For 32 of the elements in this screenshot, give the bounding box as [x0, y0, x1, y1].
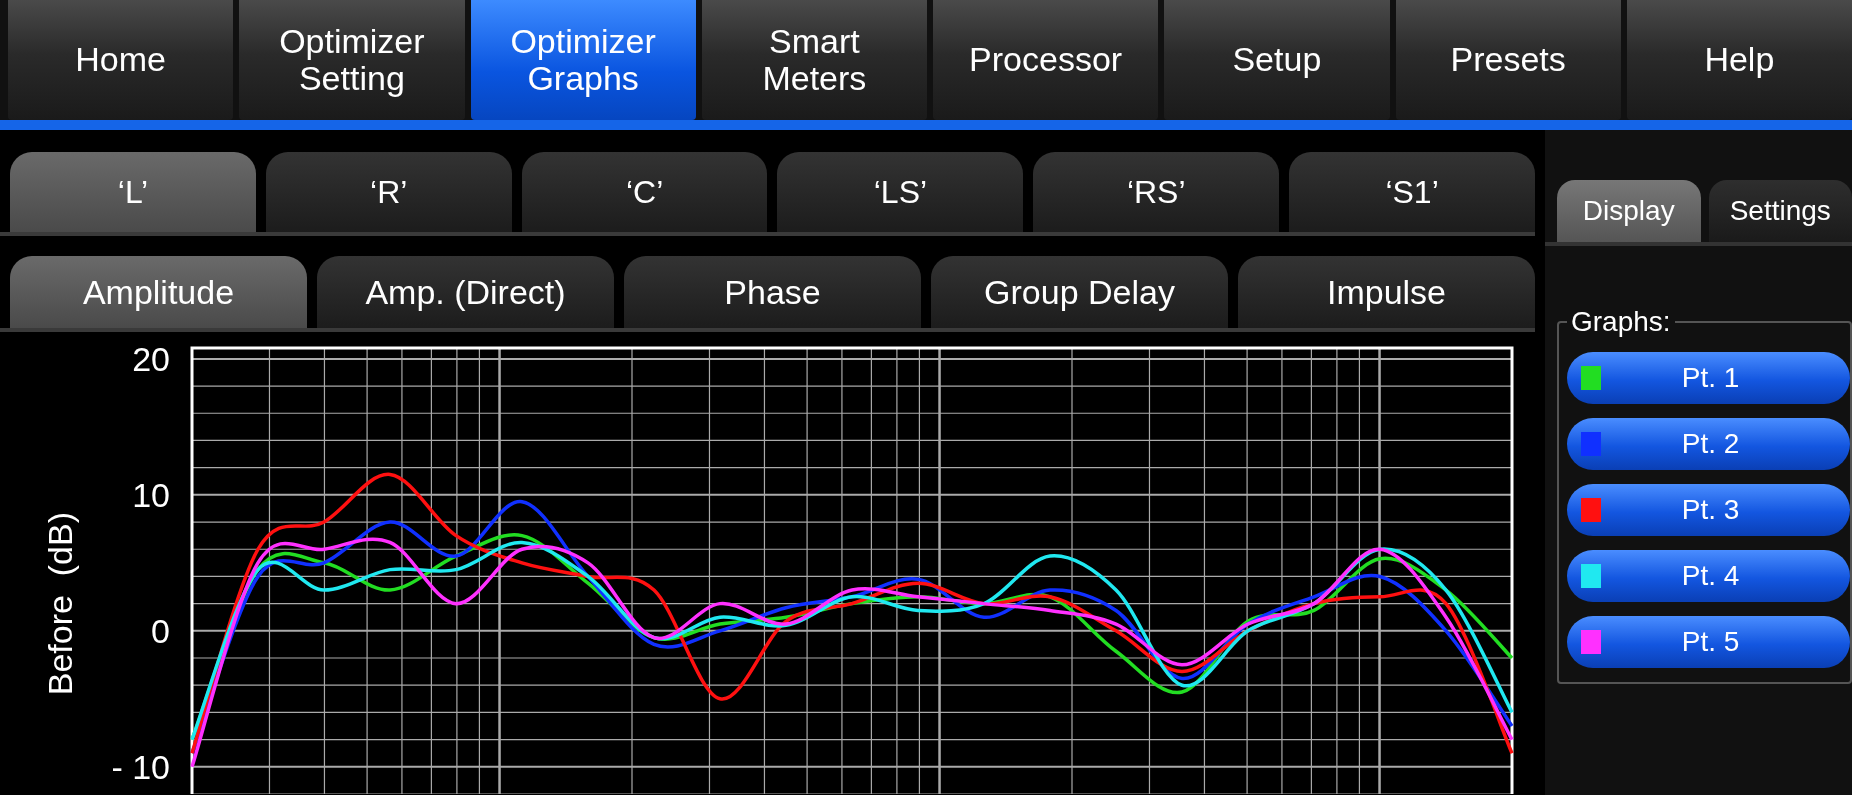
y-axis-label: Before (dB)	[41, 512, 79, 696]
graph-toggle-button[interactable]: Pt. 2	[1567, 418, 1850, 470]
nav-tab[interactable]: Smart Meters	[701, 0, 927, 120]
graph-toggle-button[interactable]: Pt. 1	[1567, 352, 1850, 404]
y-tick-label: 20	[132, 344, 170, 378]
nav-tab[interactable]: Optimizer Graphs	[470, 0, 696, 120]
panel-tab[interactable]: Display	[1557, 180, 1701, 242]
group-title: Graphs:	[1570, 306, 1672, 338]
y-tick-label: 0	[151, 611, 170, 650]
nav-tab[interactable]: Presets	[1395, 0, 1621, 120]
graph-tab[interactable]: Impulse	[1238, 256, 1535, 328]
y-tick-label: 10	[132, 475, 170, 514]
nav-tab[interactable]: Processor	[933, 0, 1159, 120]
graph-tab[interactable]: Group Delay	[931, 256, 1228, 328]
nav-tab[interactable]: Home	[8, 0, 234, 120]
nav-tab[interactable]: Setup	[1164, 0, 1390, 120]
graph-tab[interactable]: Phase	[624, 256, 921, 328]
channel-tab[interactable]: ‘S1’	[1289, 152, 1535, 232]
graph-tab[interactable]: Amplitude	[10, 256, 307, 328]
graph-toggle-button[interactable]: Pt. 3	[1567, 484, 1850, 536]
y-tick-label: - 10	[111, 747, 170, 786]
graph-tab[interactable]: Amp. (Direct)	[317, 256, 614, 328]
graph-toggle-button[interactable]: Pt. 4	[1567, 550, 1850, 602]
nav-tab[interactable]: Help	[1626, 0, 1852, 120]
channel-tab[interactable]: ‘L’	[10, 152, 256, 232]
channel-tab[interactable]: ‘C’	[521, 152, 768, 232]
panel-tab[interactable]: Settings	[1708, 180, 1852, 242]
channel-tab[interactable]: ‘LS’	[777, 152, 1024, 232]
graph-toggle-button[interactable]: Pt. 5	[1567, 616, 1850, 668]
nav-tab[interactable]: Optimizer Setting	[239, 0, 465, 120]
channel-tab[interactable]: ‘RS’	[1033, 152, 1280, 232]
channel-tab[interactable]: ‘R’	[265, 152, 512, 232]
